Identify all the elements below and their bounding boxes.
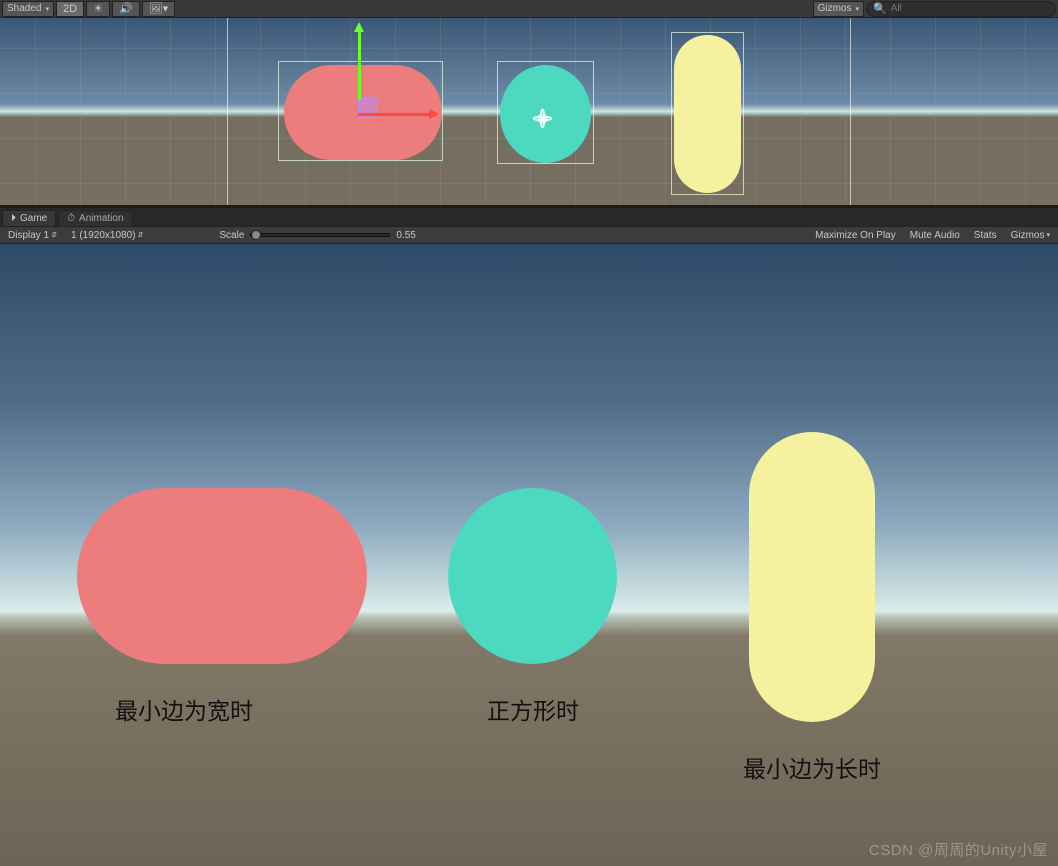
tab-animation-label: Animation: [79, 213, 123, 224]
scene-shape-circle[interactable]: [500, 65, 591, 163]
maximize-on-play-toggle[interactable]: Maximize On Play: [811, 230, 900, 241]
tab-animation[interactable]: ⏱ Animation: [58, 210, 132, 226]
scene-search-input[interactable]: [891, 3, 1049, 14]
scale-label: Scale: [219, 230, 244, 241]
label-tall: 最小边为长时: [743, 750, 881, 784]
clock-icon: ⏱: [67, 213, 75, 224]
mute-audio-toggle[interactable]: Mute Audio: [906, 230, 964, 241]
game-shape-circle: [448, 488, 617, 664]
dropdown-icon: ▾: [1046, 231, 1050, 239]
dropdown-icon: ▾: [163, 2, 169, 15]
shading-mode-label: Shaded: [7, 3, 41, 14]
scale-slider[interactable]: [250, 233, 390, 237]
resolution-label: 1 (1920x1080): [71, 230, 136, 241]
scene-search[interactable]: 🔍: [866, 1, 1056, 17]
scene-toolbar: Shaded ▾ 2D ☀ 🔊 🖼 ▾ Gizmos ▾ 🔍: [0, 0, 1058, 18]
tab-game-label: Game: [20, 213, 47, 224]
game-shape-wide-capsule: [77, 488, 367, 664]
label-wide: 最小边为宽时: [115, 692, 253, 726]
move-gizmo-y-axis[interactable]: [358, 25, 361, 100]
watermark: CSDN @周周的Unity小屋: [869, 839, 1048, 860]
stats-toggle[interactable]: Stats: [970, 230, 1001, 241]
sort-icon: ⇵: [51, 231, 57, 239]
scale-value: 0.55: [396, 230, 415, 241]
audio-toggle-button[interactable]: 🔊: [112, 1, 140, 17]
scale-slider-thumb[interactable]: [251, 230, 261, 240]
maximize-label: Maximize On Play: [815, 230, 896, 241]
picture-icon: 🖼: [149, 2, 163, 15]
mute-label: Mute Audio: [910, 230, 960, 241]
scene-shape-tall-capsule[interactable]: [674, 35, 741, 193]
camera-bound-left: [227, 18, 228, 205]
game-shape-tall-capsule: [749, 432, 875, 722]
game-icon: ⏵: [11, 213, 16, 224]
game-gizmos-dropdown[interactable]: Gizmos ▾: [1007, 230, 1054, 241]
sun-icon: ☀: [93, 2, 103, 15]
resolution-dropdown[interactable]: 1 (1920x1080) ⇵: [67, 230, 147, 241]
gizmos-label: Gizmos: [818, 3, 852, 14]
dropdown-icon: ▾: [45, 5, 49, 13]
camera-bound-right: [850, 18, 851, 205]
sound-icon: 🔊: [119, 2, 133, 15]
search-icon: 🔍: [873, 2, 887, 15]
effects-toggle-button[interactable]: 🖼 ▾: [142, 1, 176, 17]
label-square: 正方形时: [487, 692, 579, 726]
game-gizmos-label: Gizmos: [1011, 230, 1045, 241]
2d-toggle-label: 2D: [63, 3, 77, 15]
display-dropdown[interactable]: Display 1 ⇵: [4, 230, 61, 241]
gizmos-dropdown[interactable]: Gizmos ▾: [813, 1, 864, 17]
tab-game[interactable]: ⏵ Game: [2, 210, 56, 226]
dropdown-icon: ▾: [855, 5, 859, 13]
stats-label: Stats: [974, 230, 997, 241]
scene-view[interactable]: [0, 18, 1058, 205]
move-gizmo-x-axis[interactable]: [358, 113, 436, 116]
lighting-toggle-button[interactable]: ☀: [86, 1, 110, 17]
display-label: Display 1: [8, 230, 49, 241]
panel-tab-bar: ⏵ Game ⏱ Animation: [0, 208, 1058, 226]
game-toolbar: Display 1 ⇵ 1 (1920x1080) ⇵ Scale 0.55 M…: [0, 226, 1058, 244]
game-view: 最小边为宽时 正方形时 最小边为长时 CSDN @周周的Unity小屋: [0, 244, 1058, 866]
sort-icon: ⇵: [138, 231, 144, 239]
shading-mode-dropdown[interactable]: Shaded ▾: [2, 1, 54, 17]
2d-toggle-button[interactable]: 2D: [56, 1, 84, 17]
